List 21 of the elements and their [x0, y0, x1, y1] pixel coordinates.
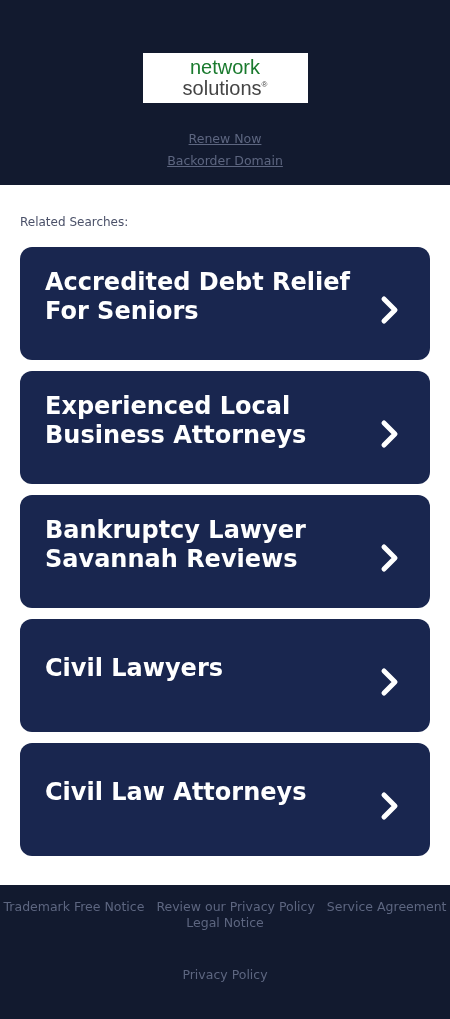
logo-text: network [190, 59, 260, 77]
footer-link[interactable]: Service Agreement [326, 899, 447, 915]
search-link-card[interactable]: Civil Law Attorneys [20, 743, 430, 856]
privacy-policy-link[interactable]: Privacy Policy [182, 967, 268, 982]
footer-link[interactable]: Trademark Free Notice [3, 899, 145, 915]
chevron-right-icon [380, 418, 400, 449]
section-title: Related Searches: [20, 214, 130, 230]
logo-text: solutions$^{®}$ [182, 76, 268, 97]
footer-link[interactable]: Review our Privacy Policy [156, 899, 315, 915]
search-link-card[interactable]: Bankruptcy Lawyer Savannah Reviews [20, 495, 430, 608]
header-link[interactable]: Renew Now [188, 130, 262, 148]
search-link-card[interactable]: Civil Lawyers [20, 619, 430, 732]
header-link[interactable]: Backorder Domain [167, 152, 283, 170]
footer-link[interactable]: Legal Notice [186, 915, 264, 931]
search-link-card[interactable]: Accredited Debt Relief For Seniors [20, 247, 430, 360]
chevron-right-icon [380, 294, 400, 325]
chevron-right-icon [380, 790, 400, 821]
logo[interactable]: network solutions$^{®}$ [142, 53, 308, 103]
search-link-card[interactable]: Experienced Local Business Attorneys [20, 371, 430, 484]
chevron-right-icon [380, 542, 400, 573]
chevron-right-icon [380, 666, 400, 697]
